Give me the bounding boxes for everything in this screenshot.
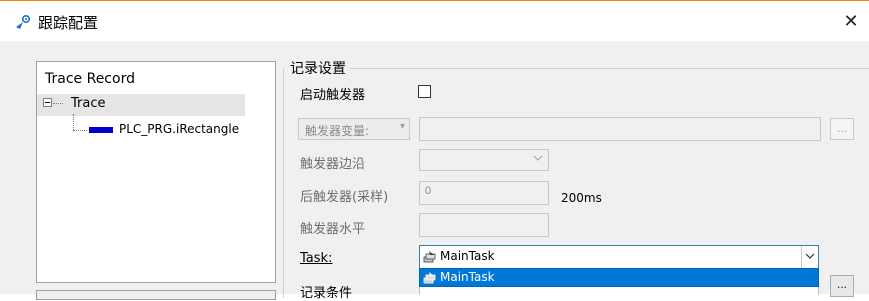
post-trigger-label: 后触发器(采样) bbox=[300, 190, 389, 205]
group-border-left bbox=[283, 68, 284, 298]
task-icon bbox=[423, 251, 436, 263]
tree-item-variable[interactable]: PLC_PRG.iRectangle bbox=[119, 122, 239, 136]
task-dropdown-button[interactable] bbox=[801, 246, 818, 268]
task-select-value: MainTask bbox=[440, 249, 495, 263]
variable-color-swatch bbox=[89, 127, 113, 133]
tree-root-label[interactable]: Trace Record bbox=[45, 71, 135, 87]
task-select[interactable]: MainTask bbox=[419, 245, 819, 269]
trace-config-icon bbox=[16, 14, 31, 29]
title-bar: 跟踪配置 ✕ bbox=[0, 1, 869, 41]
trigger-variable-input bbox=[419, 117, 821, 141]
enable-trigger-checkbox[interactable] bbox=[418, 85, 431, 98]
tree-item-trace[interactable] bbox=[37, 94, 245, 116]
enable-trigger-label: 启动触发器 bbox=[300, 88, 366, 103]
trigger-variable-browse-button: ... bbox=[830, 118, 854, 140]
tree-connector bbox=[73, 114, 74, 130]
trigger-variable-combo-label: 触发器变量: bbox=[305, 124, 370, 138]
trace-tree: Trace Record Trace PLC_PRG.iRectangle bbox=[36, 61, 276, 283]
group-border-top bbox=[350, 68, 869, 69]
trigger-level-input bbox=[419, 213, 549, 237]
collapse-icon[interactable] bbox=[43, 98, 52, 107]
trigger-edge-label: 触发器边沿 bbox=[300, 157, 366, 172]
task-option-maintask[interactable]: MainTask bbox=[419, 268, 819, 287]
tree-connector bbox=[73, 130, 87, 131]
lower-panel bbox=[36, 290, 276, 300]
task-label: Task: bbox=[300, 251, 333, 266]
close-button[interactable]: ✕ bbox=[833, 1, 869, 41]
chevron-down-icon[interactable] bbox=[805, 252, 815, 260]
post-trigger-input: 0 bbox=[419, 181, 549, 205]
trigger-variable-combo: 触发器变量: ▾ bbox=[298, 118, 410, 140]
chevron-down-icon bbox=[533, 155, 543, 161]
window-title: 跟踪配置 bbox=[38, 14, 99, 32]
tree-item-trace-label[interactable]: Trace bbox=[71, 96, 106, 111]
task-icon bbox=[423, 272, 436, 284]
trigger-edge-select bbox=[419, 149, 549, 171]
tree-connector bbox=[53, 103, 63, 104]
record-condition-label: 记录条件 bbox=[300, 286, 353, 301]
trace-config-window: 跟踪配置 ✕ Trace Record Trace PLC_PRG.iRecta… bbox=[0, 0, 869, 301]
trigger-level-label: 触发器水平 bbox=[300, 222, 366, 237]
task-option-label[interactable]: MainTask bbox=[440, 270, 495, 284]
record-settings-group-title: 记录设置 bbox=[290, 58, 348, 78]
chevron-down-icon: ▾ bbox=[399, 121, 405, 132]
post-trigger-unit: 200ms bbox=[561, 191, 602, 205]
close-icon[interactable]: ✕ bbox=[843, 11, 858, 32]
